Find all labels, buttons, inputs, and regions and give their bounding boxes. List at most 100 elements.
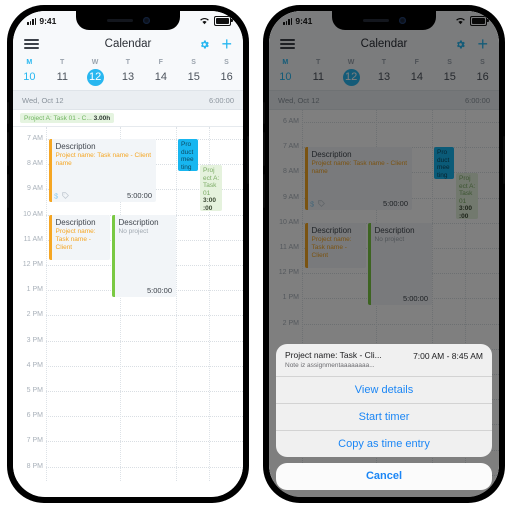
week-day-10[interactable]: 10 [13,69,46,86]
svg-text:$: $ [54,192,58,200]
week-dow-2: W [79,59,112,69]
hour-label: 3 PM [26,336,43,344]
dollar-icon: $ [54,192,58,200]
hour-label: 12 PM [22,261,43,268]
volume-down-button-right[interactable] [263,174,265,208]
action-view-details[interactable]: View details [276,377,492,404]
hour-label: 8 AM [27,160,43,168]
hour-label: 7 AM [27,135,43,142]
screen-right: 9:41 Calendar [269,11,499,497]
week-day-number: 15 [187,71,200,83]
hour-gridline [46,315,243,317]
week-day-16[interactable]: 16 [210,69,243,86]
power-button-right[interactable] [503,136,505,184]
calendar-grid-left[interactable]: 7 AM 8 AM 9 AM 10 AM 11 AM 12 PM 1 PM 2 PM 3 PM 4… [13,127,243,481]
cellular-bars-icon [27,17,37,25]
action-copy-as-time-entry[interactable]: Copy as time entry [276,431,492,457]
event-subtitle: Project name: Task name - Client name [55,152,152,167]
action-start-timer[interactable]: Start timer [276,404,492,431]
week-dow-label: T [125,59,131,66]
notch-left [76,11,180,30]
event-footer: 5:00:00 [117,286,172,295]
week-day-15[interactable]: 15 [177,69,210,86]
event-noon-orange[interactable]: Description Project name: Task name - Cli… [49,215,110,260]
hour-label: 6 PM [26,412,43,420]
event-morning[interactable]: Description Project name: Task name - Cli… [49,139,156,202]
action-sheet-note: Note iz assignmentaaaaaaaa... [285,362,375,369]
day-header-date: Wed, Oct 12 [22,95,64,105]
week-day-number: 10 [23,71,36,83]
hour-label: 7 PM [26,437,43,445]
event-subtitle: Project name: Task name - Client [55,228,96,251]
week-dow-label: S [191,59,197,66]
phone-right: 9:41 Calendar [263,6,505,502]
column-divider [46,127,47,481]
hour-gridline [46,466,243,468]
all-day-row: Project A: Task 01 - C... 3.00h [13,110,243,127]
gear-icon[interactable] [199,39,210,50]
hour-label: 8 PM [26,462,43,470]
event-title: Pro duct mee ting [181,141,194,171]
week-day-12[interactable]: 12 [79,69,112,86]
action-sheet-header: Project name: Task - Cli... Note iz assi… [276,344,492,377]
hamburger-menu-icon[interactable] [24,39,39,49]
volume-up-button-right[interactable] [263,132,265,166]
all-day-duration: 3.00h [93,114,111,122]
week-day-14[interactable]: 14 [144,69,177,86]
hour-label: 10 AM [23,210,43,218]
week-day-number: 16 [220,71,233,83]
volume-down-button[interactable] [7,174,9,208]
phone-left: 9:41 Calendar + M T W T F S S 10 11 12 1… [7,6,249,502]
week-day-13[interactable]: 13 [112,69,145,86]
week-dow-3: T [112,59,145,69]
mute-switch[interactable] [7,102,9,124]
event-title: Description [118,218,159,227]
column-divider [176,127,177,481]
week-dow-0: M [13,59,46,69]
action-sheet: Project name: Task - Cli... Note iz assi… [276,344,492,490]
action-sheet-time: 7:00 AM - 8:45 AM [413,351,483,361]
week-day-11[interactable]: 11 [46,69,79,86]
event-title: Proj ect A: Task 01 [203,167,220,197]
week-dow-1: T [46,59,79,69]
nav-bar-left: Calendar + [13,31,243,57]
front-camera-icon-right [398,17,406,24]
volume-up-button[interactable] [7,132,9,166]
event-title: Description [55,218,96,227]
week-day-number: 13 [121,71,135,83]
week-dow-5: S [177,59,210,69]
phone-bezel-right: 9:41 Calendar [269,11,499,497]
week-dow-label: W [91,59,99,66]
week-dow-label: T [60,59,65,66]
event-noon-green[interactable]: Description No project 5:00:00 [112,215,176,297]
week-dow-4: F [144,59,177,69]
hour-label: 5 PM [26,387,43,394]
power-button[interactable] [247,136,249,184]
day-header-total: 6:00:00 [208,95,234,105]
week-dow-row: MTWTFSS [13,59,243,69]
hour-gridline [46,365,243,367]
add-event-button[interactable]: + [221,35,232,53]
event-project-a[interactable]: Proj ect A: Task 01 3:00 :00 [200,165,222,211]
all-day-label: Project A: Task 01 - C... [24,114,92,122]
cancel-button[interactable]: Cancel [276,463,492,490]
speaker-grille-icon [106,19,133,22]
event-product-meeting[interactable]: Pro duct mee ting [178,139,198,171]
all-day-event[interactable]: Project A: Task 01 - C... 3.00h [20,113,115,123]
event-duration: 5:00:00 [126,191,152,200]
hour-gridline [46,441,243,443]
phone-bezel-left: 9:41 Calendar + M T W T F S S 10 11 12 1… [13,11,243,497]
week-dow-label: S [224,59,230,66]
action-sheet-title: Project name: Task - Cli... [285,350,382,360]
wifi-icon [200,18,209,25]
mute-switch-right[interactable] [263,102,265,124]
week-day-number: 14 [154,71,167,83]
week-dow-6: S [210,59,243,69]
hour-label: 11 AM [23,235,43,243]
week-strip-left: M T W T F S S 10 11 12 13 14 15 16 [13,57,243,90]
notch-right [332,11,436,30]
event-subtitle: No project [118,228,149,235]
hour-gridline [46,416,243,418]
speaker-grille-icon-right [362,19,389,22]
status-time: 9:41 [39,16,57,26]
